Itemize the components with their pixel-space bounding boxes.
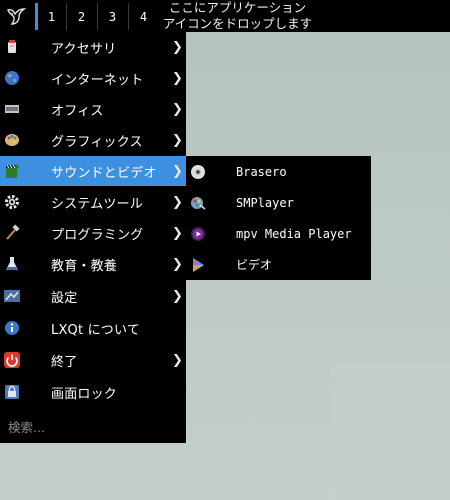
- menu-item-label: 設定: [51, 290, 78, 306]
- menu-item-lock-screen[interactable]: 画面ロック: [0, 377, 186, 407]
- submenu-item-label: ビデオ: [236, 258, 273, 272]
- submenu-item-label: Brasero: [236, 164, 287, 179]
- hammer-icon: [3, 224, 21, 242]
- menu-item-label: LXQt について: [51, 322, 141, 338]
- disc-icon: [189, 163, 207, 181]
- flask-icon: [3, 255, 21, 273]
- submenu-item-video[interactable]: ビデオ: [186, 249, 371, 280]
- menu-item-graphics[interactable]: グラフィックス ❯: [0, 125, 186, 155]
- menu-item-label: プログラミング: [51, 227, 144, 243]
- menu-item-settings[interactable]: 設定 ❯: [0, 281, 186, 311]
- sound-video-submenu: Brasero SMPlayer mpv Media Player ビデオ: [186, 156, 371, 280]
- menu-item-label: グラフィックス: [51, 134, 143, 150]
- menu-item-internet[interactable]: インターネット ❯: [0, 63, 186, 93]
- power-icon: [3, 351, 21, 369]
- lock-screen-icon: [3, 383, 21, 401]
- menu-item-sound-video[interactable]: サウンドとビデオ ❯: [0, 156, 186, 186]
- menu-item-label: オフィス: [51, 103, 104, 119]
- submenu-arrow-icon: ❯: [172, 132, 183, 148]
- submenu-arrow-icon: ❯: [172, 352, 183, 368]
- internet-globe-icon: [3, 69, 21, 87]
- menu-item-system-tools[interactable]: システムツール ❯: [0, 187, 186, 217]
- submenu-arrow-icon: ❯: [172, 225, 183, 241]
- submenu-arrow-icon: ❯: [172, 288, 183, 304]
- menu-item-education[interactable]: 教育・教養 ❯: [0, 249, 186, 279]
- submenu-arrow-icon: ❯: [172, 101, 183, 117]
- menu-item-programming[interactable]: プログラミング ❯: [0, 218, 186, 248]
- submenu-arrow-icon: ❯: [172, 163, 183, 179]
- quicklaunch-hint-line1: ここにアプリケーション: [168, 0, 307, 15]
- application-menu: アクセサリ ❯ インターネット ❯ オフィス ❯ グラフィックス ❯ サウンドと…: [0, 32, 186, 443]
- submenu-arrow-icon: ❯: [172, 39, 183, 55]
- settings-icon: [3, 287, 21, 305]
- wallpaper-shade: [330, 362, 450, 500]
- menu-item-label: サウンドとビデオ: [51, 165, 157, 181]
- info-icon: [3, 319, 21, 337]
- menu-item-label: インターネット: [51, 72, 144, 88]
- lxqt-logo-icon: [7, 8, 27, 25]
- video-play-icon: [189, 256, 207, 274]
- submenu-arrow-icon: ❯: [172, 256, 183, 272]
- menu-item-label: システムツール: [51, 196, 144, 212]
- workspace-button-3[interactable]: 3: [97, 3, 127, 30]
- accessories-icon: [3, 38, 21, 56]
- submenu-item-brasero[interactable]: Brasero: [186, 156, 371, 187]
- submenu-arrow-icon: ❯: [172, 194, 183, 210]
- menu-search-input[interactable]: 検索...: [0, 412, 186, 440]
- workspace-button-1[interactable]: 1: [35, 3, 65, 30]
- menu-item-leave[interactable]: 終了 ❯: [0, 345, 186, 375]
- menu-item-office[interactable]: オフィス ❯: [0, 94, 186, 124]
- main-menu-button[interactable]: [0, 0, 32, 32]
- quicklaunch-drop-hint: ここにアプリケーション アイコンをドロップします: [150, 0, 325, 32]
- workspace-button-2[interactable]: 2: [66, 3, 96, 30]
- menu-item-label: 教育・教養: [51, 258, 118, 274]
- menu-item-label: 終了: [51, 354, 78, 370]
- top-panel: 1 2 3 4 ここにアプリケーション アイコンをドロップします: [0, 0, 450, 32]
- gear-icon: [3, 193, 21, 211]
- submenu-arrow-icon: ❯: [172, 70, 183, 86]
- sound-video-icon: [3, 162, 21, 180]
- smplayer-icon: [189, 194, 207, 212]
- graphics-palette-icon: [3, 131, 21, 149]
- submenu-item-label: mpv Media Player: [236, 226, 352, 241]
- quicklaunch-hint-line2: アイコンをドロップします: [162, 16, 313, 31]
- menu-item-label: 画面ロック: [51, 386, 118, 402]
- submenu-item-smplayer[interactable]: SMPlayer: [186, 187, 371, 218]
- submenu-item-mpv[interactable]: mpv Media Player: [186, 218, 371, 249]
- mpv-icon: [189, 225, 207, 243]
- menu-item-label: アクセサリ: [51, 41, 117, 57]
- menu-item-accessories[interactable]: アクセサリ ❯: [0, 32, 186, 62]
- submenu-item-label: SMPlayer: [236, 195, 294, 210]
- menu-item-about-lxqt[interactable]: LXQt について: [0, 313, 186, 343]
- office-icon: [3, 100, 21, 118]
